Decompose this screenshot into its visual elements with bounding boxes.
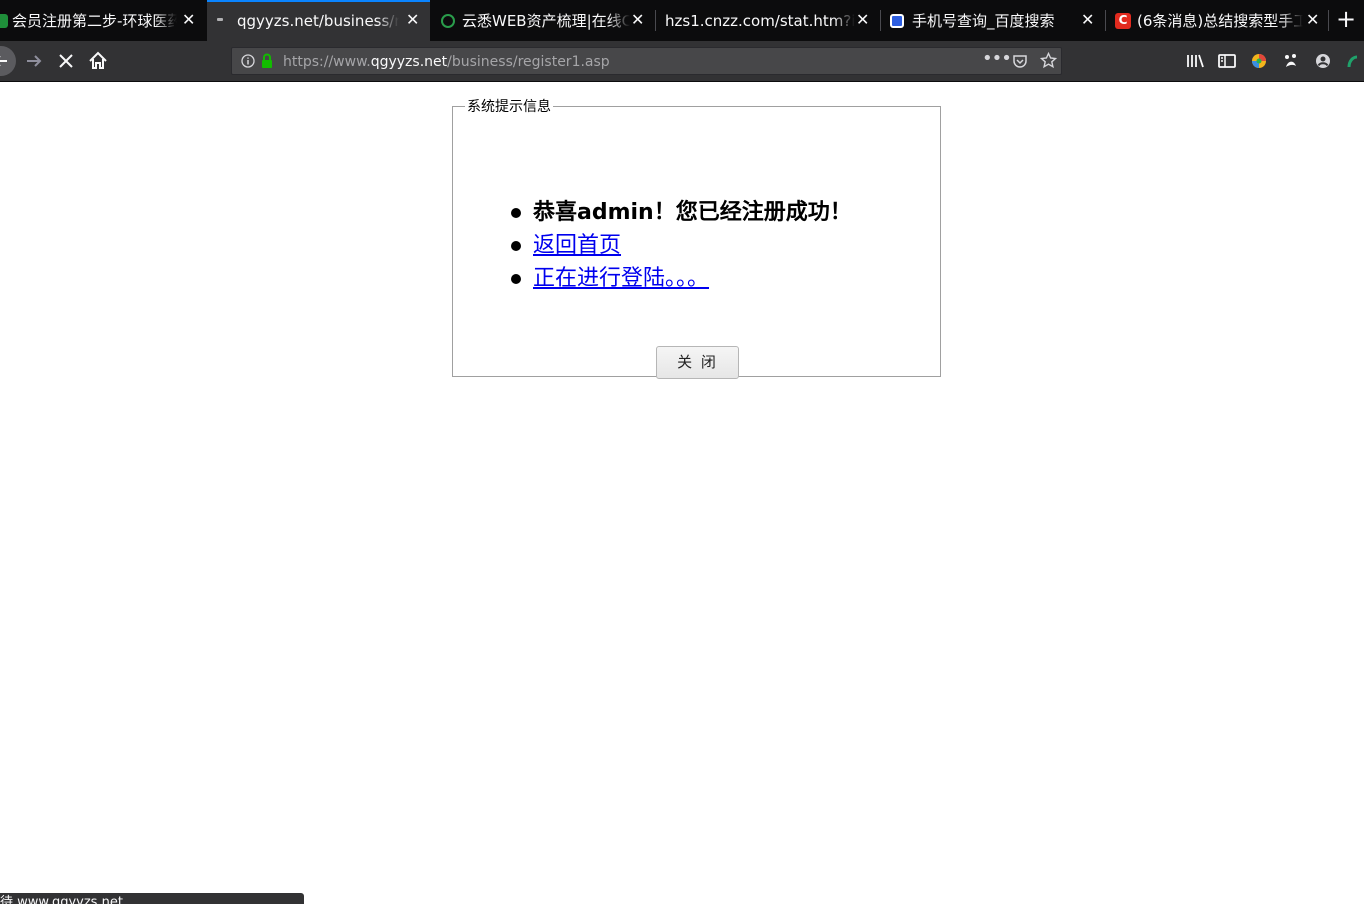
extension-paw-button[interactable]	[1279, 49, 1303, 73]
tab-title: hzs1.cnzz.com/stat.htm?id=	[665, 12, 855, 30]
csdn-favicon-icon: C	[1115, 13, 1131, 29]
paw-icon	[1285, 54, 1296, 67]
tab-title: 手机号查询_百度搜索	[912, 12, 1080, 30]
list-item: 返回首页	[509, 229, 852, 262]
close-icon[interactable]: ✕	[631, 11, 644, 29]
tab-title: 云悉WEB资产梳理|在线CMS	[462, 12, 630, 30]
tab-title: 会员注册第二步-环球医药	[12, 12, 177, 30]
list-item: 正在进行登陆。。。	[509, 262, 852, 295]
tab-yunxi[interactable]: 云悉WEB资产梳理|在线CMS ✕	[431, 0, 654, 41]
login-link[interactable]: 正在进行登陆。。。	[533, 266, 709, 291]
tab-separator	[1328, 10, 1329, 31]
tab-csdn[interactable]: C (6条消息)总结搜索型手工 ✕	[1106, 0, 1328, 41]
notice-list: 恭喜admin！您已经注册成功！ 返回首页 正在进行登陆。。。	[509, 196, 852, 295]
forward-button[interactable]	[22, 49, 46, 73]
extension-icon	[1252, 54, 1266, 68]
new-tab-button[interactable]: +	[1334, 7, 1358, 32]
forward-arrow-icon	[27, 55, 42, 67]
close-icon[interactable]: ✕	[1081, 11, 1094, 29]
status-bar: 待 www.qgyyzs.net	[0, 893, 304, 904]
library-button[interactable]	[1183, 49, 1207, 73]
sidebar-icon	[1218, 54, 1236, 68]
overflow-extension-button[interactable]	[1343, 49, 1364, 73]
pocket-icon[interactable]	[1012, 53, 1028, 73]
success-message: 恭喜admin！您已经注册成功！	[533, 200, 852, 225]
tab-title: qgyyzs.net/business/register1.asp	[237, 12, 399, 30]
lock-icon[interactable]	[260, 52, 274, 74]
site-favicon-icon	[0, 14, 8, 28]
close-icon[interactable]: ✕	[856, 11, 869, 29]
status-text: 待 www.qgyyzs.net	[0, 895, 123, 904]
close-icon[interactable]: ✕	[1306, 11, 1319, 29]
url-bar[interactable]: https://www.qgyyzs.net/business/register…	[231, 47, 1062, 75]
tab-register1-active[interactable]: qgyyzs.net/business/register1.asp ✕	[207, 0, 430, 41]
tab-cnzz[interactable]: hzs1.cnzz.com/stat.htm?id= ✕	[656, 0, 879, 41]
notice-legend: 系统提示信息	[467, 99, 551, 115]
account-button[interactable]	[1311, 49, 1335, 73]
url-path: /business/register1.asp	[447, 54, 610, 70]
home-button[interactable]	[86, 49, 110, 73]
account-icon	[1316, 54, 1330, 68]
home-link[interactable]: 返回首页	[533, 233, 621, 258]
baidu-favicon-icon	[890, 14, 904, 28]
more-dots-icon[interactable]: •••	[982, 50, 1012, 68]
back-button[interactable]	[0, 46, 16, 76]
tab-strip: 会员注册第二步-环球医药 ✕ qgyyzs.net/business/regis…	[0, 0, 1364, 41]
close-icon[interactable]: ✕	[182, 11, 195, 29]
close-button[interactable]: 关 闭	[656, 346, 739, 379]
url-text[interactable]: https://www.qgyyzs.net/business/register…	[283, 53, 610, 71]
yunxi-favicon-icon	[441, 14, 455, 28]
extension-partial-icon	[1347, 55, 1358, 68]
sidebar-button[interactable]	[1215, 49, 1239, 73]
url-prefix: https://www.	[283, 54, 371, 70]
page-content: 系统提示信息 恭喜admin！您已经注册成功！ 返回首页 正在进行登陆。。。 关…	[0, 82, 1364, 904]
url-domain: qgyyzs.net	[370, 54, 448, 70]
stop-button[interactable]	[54, 49, 78, 73]
page-favicon-icon	[217, 18, 223, 21]
tab-baidu[interactable]: 手机号查询_百度搜索 ✕	[881, 0, 1104, 41]
home-icon	[89, 51, 107, 69]
tab-title: (6条消息)总结搜索型手工	[1137, 12, 1303, 30]
extension-colorful-button[interactable]	[1247, 49, 1271, 73]
star-icon[interactable]	[1039, 51, 1058, 73]
info-icon[interactable]	[240, 53, 256, 73]
list-item: 恭喜admin！您已经注册成功！	[509, 196, 852, 229]
back-arrow-icon	[0, 56, 7, 66]
tab-register-step2[interactable]: 会员注册第二步-环球医药 ✕	[0, 0, 206, 41]
close-icon[interactable]: ✕	[406, 11, 419, 29]
stop-icon	[59, 54, 73, 68]
system-notice-box: 系统提示信息 恭喜admin！您已经注册成功！ 返回首页 正在进行登陆。。。 关…	[452, 96, 941, 379]
library-icon	[1187, 54, 1204, 68]
